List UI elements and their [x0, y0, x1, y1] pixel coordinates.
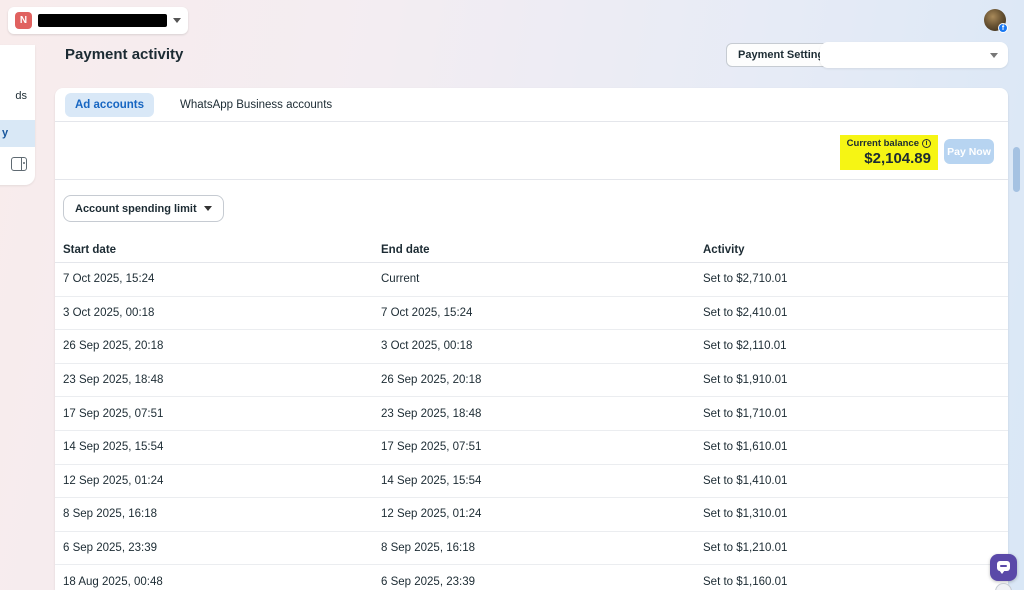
- page-title: Payment activity: [65, 46, 183, 63]
- cell-activity: Set to $1,910.01: [703, 374, 1000, 386]
- cell-activity: Set to $1,610.01: [703, 441, 1000, 453]
- balance-section: Current balance i $2,104.89 Pay Now: [55, 122, 1008, 180]
- column-header-end-date: End date: [381, 244, 703, 256]
- current-balance-amount: $2,104.89: [840, 150, 931, 167]
- table-row[interactable]: 18 Aug 2025, 00:48 6 Sep 2025, 23:39 Set…: [55, 565, 1008, 590]
- current-balance-highlight: Current balance i $2,104.89: [840, 135, 938, 170]
- cell-activity: Set to $1,160.01: [703, 576, 1000, 588]
- sidebar: ds y: [0, 45, 35, 185]
- column-header-start-date: Start date: [63, 244, 381, 256]
- cell-start-date: 12 Sep 2025, 01:24: [63, 475, 381, 487]
- table-row[interactable]: 6 Sep 2025, 23:39 8 Sep 2025, 16:18 Set …: [55, 532, 1008, 566]
- cell-end-date: Current: [381, 273, 703, 285]
- cell-end-date: 17 Sep 2025, 07:51: [381, 441, 703, 453]
- chevron-down-icon: [204, 206, 212, 211]
- cell-end-date: 3 Oct 2025, 00:18: [381, 340, 703, 352]
- cell-end-date: 12 Sep 2025, 01:24: [381, 508, 703, 520]
- avatar[interactable]: f: [984, 9, 1006, 31]
- cell-activity: Set to $2,110.01: [703, 340, 1000, 352]
- sidebar-item-ads-truncated[interactable]: ds: [15, 90, 27, 102]
- account-spending-limit-label: Account spending limit: [75, 203, 197, 215]
- cell-start-date: 3 Oct 2025, 00:18: [63, 307, 381, 319]
- cell-start-date: 8 Sep 2025, 16:18: [63, 508, 381, 520]
- chevron-down-icon: [990, 53, 998, 58]
- payment-activity-card: Ad accounts WhatsApp Business accounts C…: [55, 88, 1008, 590]
- current-balance-text: Current balance: [847, 138, 919, 149]
- table-header: Start date End date Activity: [55, 237, 1008, 263]
- account-dropdown[interactable]: [820, 42, 1008, 68]
- cell-start-date: 14 Sep 2025, 15:54: [63, 441, 381, 453]
- business-badge: N: [15, 12, 32, 29]
- help-button[interactable]: [995, 583, 1012, 590]
- table-row[interactable]: 26 Sep 2025, 20:18 3 Oct 2025, 00:18 Set…: [55, 330, 1008, 364]
- table-row[interactable]: 23 Sep 2025, 18:48 26 Sep 2025, 20:18 Se…: [55, 364, 1008, 398]
- filter-row: Account spending limit: [55, 180, 1008, 237]
- cell-start-date: 17 Sep 2025, 07:51: [63, 408, 381, 420]
- cell-activity: Set to $1,210.01: [703, 542, 1000, 554]
- table-row[interactable]: 17 Sep 2025, 07:51 23 Sep 2025, 18:48 Se…: [55, 397, 1008, 431]
- cell-activity: Set to $2,410.01: [703, 307, 1000, 319]
- cell-end-date: 7 Oct 2025, 15:24: [381, 307, 703, 319]
- cell-activity: Set to $1,310.01: [703, 508, 1000, 520]
- table-row[interactable]: 12 Sep 2025, 01:24 14 Sep 2025, 15:54 Se…: [55, 465, 1008, 499]
- tab-whatsapp-business-accounts[interactable]: WhatsApp Business accounts: [170, 93, 342, 117]
- cell-activity: Set to $1,710.01: [703, 408, 1000, 420]
- cell-start-date: 26 Sep 2025, 20:18: [63, 340, 381, 352]
- sidebar-collapse-icon[interactable]: [11, 157, 27, 171]
- table-row[interactable]: 3 Oct 2025, 00:18 7 Oct 2025, 15:24 Set …: [55, 297, 1008, 331]
- cell-end-date: 8 Sep 2025, 16:18: [381, 542, 703, 554]
- cell-start-date: 7 Oct 2025, 15:24: [63, 273, 381, 285]
- pay-now-button[interactable]: Pay Now: [944, 139, 994, 164]
- cell-start-date: 23 Sep 2025, 18:48: [63, 374, 381, 386]
- column-header-activity: Activity: [703, 244, 1000, 256]
- cell-start-date: 18 Aug 2025, 00:48: [63, 576, 381, 588]
- cell-start-date: 6 Sep 2025, 23:39: [63, 542, 381, 554]
- table-row[interactable]: 14 Sep 2025, 15:54 17 Sep 2025, 07:51 Se…: [55, 431, 1008, 465]
- sidebar-item-payment-activity[interactable]: y: [0, 120, 35, 147]
- cell-activity: Set to $2,710.01: [703, 273, 1000, 285]
- cell-activity: Set to $1,410.01: [703, 475, 1000, 487]
- cell-end-date: 23 Sep 2025, 18:48: [381, 408, 703, 420]
- scrollbar-thumb[interactable]: [1013, 147, 1020, 192]
- table-row[interactable]: 8 Sep 2025, 16:18 12 Sep 2025, 01:24 Set…: [55, 498, 1008, 532]
- chevron-down-icon: [173, 18, 181, 23]
- business-name-redacted: [38, 14, 167, 27]
- table-row[interactable]: 7 Oct 2025, 15:24 Current Set to $2,710.…: [55, 263, 1008, 297]
- current-balance-label: Current balance i: [840, 138, 931, 149]
- tab-bar: Ad accounts WhatsApp Business accounts: [55, 88, 1008, 122]
- info-icon[interactable]: i: [922, 139, 931, 148]
- facebook-badge-icon: f: [998, 23, 1008, 33]
- cell-end-date: 26 Sep 2025, 20:18: [381, 374, 703, 386]
- cell-end-date: 6 Sep 2025, 23:39: [381, 576, 703, 588]
- tab-ad-accounts[interactable]: Ad accounts: [65, 93, 154, 117]
- cell-end-date: 14 Sep 2025, 15:54: [381, 475, 703, 487]
- chat-button[interactable]: [990, 554, 1017, 581]
- chat-bubble-icon: [997, 561, 1010, 571]
- business-selector[interactable]: N: [8, 7, 188, 34]
- account-spending-limit-dropdown[interactable]: Account spending limit: [63, 195, 224, 222]
